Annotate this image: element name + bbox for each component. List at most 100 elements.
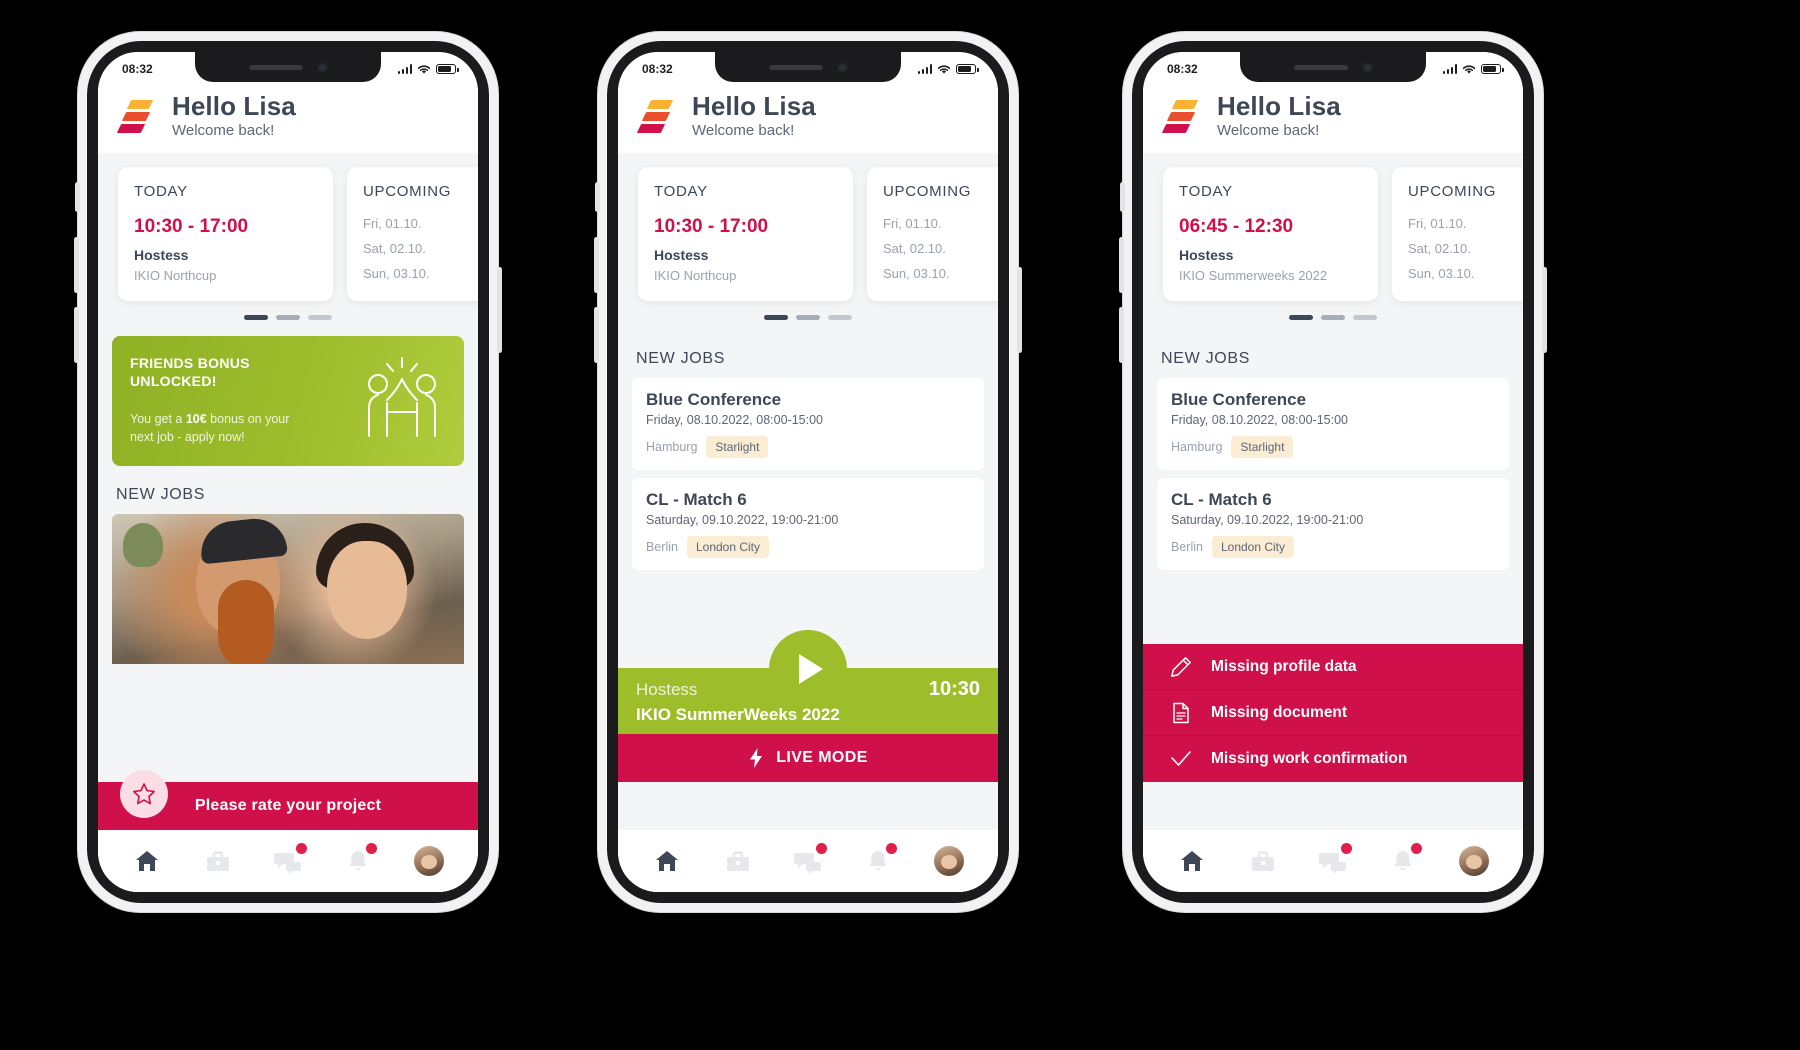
screen-content-3: TODAY 06:45 - 12:30 Hostess IKIO Summerw… bbox=[1143, 152, 1523, 830]
upcoming-shift-card[interactable]: UPCOMING Fri, 01.10. Sat, 02.10. Sun, 03… bbox=[1392, 166, 1523, 301]
tab-profile[interactable] bbox=[932, 844, 966, 878]
volume-down-button[interactable] bbox=[1119, 307, 1124, 363]
app-logo-icon bbox=[1161, 94, 1203, 136]
carousel-pager[interactable] bbox=[1143, 301, 1523, 330]
mute-switch[interactable] bbox=[75, 182, 80, 212]
status-bar-time: 08:32 bbox=[1167, 62, 1198, 76]
upcoming-date: Fri, 01.10. bbox=[1408, 215, 1467, 231]
job-list-item[interactable]: Blue Conference Friday, 08.10.2022, 08:0… bbox=[1157, 377, 1509, 470]
job-title: CL - Match 6 bbox=[1171, 489, 1272, 509]
friends-bonus-banner[interactable]: FRIENDS BONUS UNLOCKED! You get a 10€ bo… bbox=[112, 335, 464, 467]
job-tag: London City bbox=[686, 535, 770, 558]
shift-role: Hostess bbox=[134, 246, 189, 263]
tab-home[interactable] bbox=[130, 844, 164, 878]
page-subtitle: Welcome back! bbox=[1217, 121, 1320, 139]
app-header: Hello Lisa Welcome back! bbox=[1143, 86, 1523, 153]
tab-notifications[interactable] bbox=[861, 843, 898, 878]
today-shift-card[interactable]: TODAY 06:45 - 12:30 Hostess IKIO Summerw… bbox=[1163, 166, 1378, 301]
job-list-item[interactable]: CL - Match 6 Saturday, 09.10.2022, 19:00… bbox=[1157, 477, 1509, 570]
shift-project: IKIO Northcup bbox=[134, 267, 217, 283]
card-label: TODAY bbox=[1179, 182, 1233, 200]
power-button[interactable] bbox=[497, 267, 502, 353]
shift-carousel[interactable]: TODAY 06:45 - 12:30 Hostess IKIO Summerw… bbox=[1143, 153, 1523, 301]
carousel-pager[interactable] bbox=[98, 301, 478, 330]
phone-screen-1: 08:32 Hello Lisa Welcome back! TODAY 10:… bbox=[98, 52, 478, 892]
tab-home[interactable] bbox=[1175, 844, 1209, 878]
screen-content-1: TODAY 10:30 - 17:00 Hostess IKIO Northcu… bbox=[98, 152, 478, 830]
volume-up-button[interactable] bbox=[1119, 237, 1124, 293]
lightning-bolt-icon bbox=[750, 748, 763, 768]
volume-down-button[interactable] bbox=[594, 307, 599, 363]
phone-mockup-1: 08:32 Hello Lisa Welcome back! TODAY 10:… bbox=[74, 32, 502, 912]
pager-dot-1[interactable] bbox=[1289, 314, 1313, 320]
shift-carousel[interactable]: TODAY 10:30 - 17:00 Hostess IKIO Northcu… bbox=[98, 153, 478, 301]
pager-dot-1[interactable] bbox=[244, 314, 268, 320]
shift-project: IKIO Northcup bbox=[654, 267, 737, 283]
tab-notifications[interactable] bbox=[1386, 843, 1423, 878]
rate-project-bar[interactable]: Please rate your project bbox=[98, 770, 478, 830]
shift-carousel[interactable]: TODAY 10:30 - 17:00 Hostess IKIO Northcu… bbox=[618, 153, 998, 301]
tab-jobs[interactable] bbox=[721, 844, 755, 878]
wifi-icon bbox=[1462, 64, 1476, 74]
high-five-people-icon bbox=[368, 356, 436, 437]
bottom-tab-bar[interactable] bbox=[618, 830, 998, 892]
live-mode-button[interactable]: LIVE MODE bbox=[618, 734, 998, 782]
message-badge bbox=[295, 843, 307, 854]
alert-row-missing-profile-data[interactable]: Missing profile data bbox=[1143, 644, 1523, 690]
job-list-item[interactable]: Blue Conference Friday, 08.10.2022, 08:0… bbox=[632, 377, 984, 470]
mute-switch[interactable] bbox=[1120, 182, 1125, 212]
volume-up-button[interactable] bbox=[74, 237, 79, 293]
tab-home[interactable] bbox=[650, 844, 684, 878]
tab-jobs[interactable] bbox=[201, 844, 235, 878]
volume-down-button[interactable] bbox=[74, 307, 79, 363]
live-role: Hostess bbox=[636, 680, 698, 699]
play-icon[interactable] bbox=[769, 630, 847, 708]
tab-profile[interactable] bbox=[412, 844, 446, 878]
tab-notifications[interactable] bbox=[341, 843, 378, 878]
upcoming-date: Sun, 03.10. bbox=[1408, 265, 1475, 281]
pager-dot-3[interactable] bbox=[1353, 314, 1377, 320]
pager-dot-3[interactable] bbox=[308, 314, 332, 320]
live-time: 10:30 bbox=[928, 678, 980, 700]
upcoming-shift-card[interactable]: UPCOMING Fri, 01.10. Sat, 02.10. Sun, 03… bbox=[867, 166, 998, 301]
signal-bars-icon bbox=[1442, 64, 1457, 74]
briefcase-icon bbox=[726, 850, 749, 871]
new-jobs-title: NEW JOBS bbox=[636, 349, 726, 367]
pager-dot-2[interactable] bbox=[1321, 314, 1345, 320]
bottom-tab-bar[interactable] bbox=[98, 830, 478, 892]
volume-up-button[interactable] bbox=[594, 237, 599, 293]
rate-bar-label: Please rate your project bbox=[194, 797, 382, 814]
live-shift-banner[interactable]: Hostess 10:30 IKIO SummerWeeks 2022 bbox=[618, 630, 998, 734]
alert-row-missing-document[interactable]: Missing document bbox=[1143, 690, 1523, 736]
tab-messages[interactable] bbox=[791, 843, 827, 878]
app-logo-icon bbox=[116, 94, 158, 136]
pager-dot-2[interactable] bbox=[276, 314, 300, 320]
tab-jobs[interactable] bbox=[1246, 844, 1280, 878]
card-label: UPCOMING bbox=[363, 182, 452, 200]
pager-dot-1[interactable] bbox=[764, 314, 788, 320]
power-button[interactable] bbox=[1017, 267, 1022, 353]
alert-list: Missing profile data Missing document Mi… bbox=[1143, 644, 1523, 782]
job-title: CL - Match 6 bbox=[646, 489, 747, 509]
alert-row-missing-work-confirmation[interactable]: Missing work confirmation bbox=[1143, 736, 1523, 782]
upcoming-shift-card[interactable]: UPCOMING Fri, 01.10. Sat, 02.10. Sun, 03… bbox=[347, 166, 478, 301]
today-shift-card[interactable]: TODAY 10:30 - 17:00 Hostess IKIO Northcu… bbox=[638, 166, 853, 301]
carousel-pager[interactable] bbox=[618, 301, 998, 330]
avatar-icon bbox=[413, 846, 444, 876]
job-list-item[interactable]: CL - Match 6 Saturday, 09.10.2022, 19:00… bbox=[632, 477, 984, 570]
pager-dot-2[interactable] bbox=[796, 314, 820, 320]
today-shift-card[interactable]: TODAY 10:30 - 17:00 Hostess IKIO Northcu… bbox=[118, 166, 333, 301]
mute-switch[interactable] bbox=[595, 182, 600, 212]
app-logo-icon bbox=[636, 94, 678, 136]
pager-dot-3[interactable] bbox=[828, 314, 852, 320]
job-photo-image[interactable] bbox=[112, 514, 464, 665]
tab-messages[interactable] bbox=[271, 843, 307, 878]
tab-profile[interactable] bbox=[1457, 844, 1491, 878]
bottom-tab-bar[interactable] bbox=[1143, 830, 1523, 892]
message-badge bbox=[815, 843, 827, 854]
earpiece-speaker bbox=[248, 64, 303, 70]
tab-messages[interactable] bbox=[1316, 843, 1352, 878]
upcoming-date: Sun, 03.10. bbox=[363, 265, 430, 281]
power-button[interactable] bbox=[1542, 267, 1547, 353]
earpiece-speaker bbox=[1293, 64, 1348, 70]
